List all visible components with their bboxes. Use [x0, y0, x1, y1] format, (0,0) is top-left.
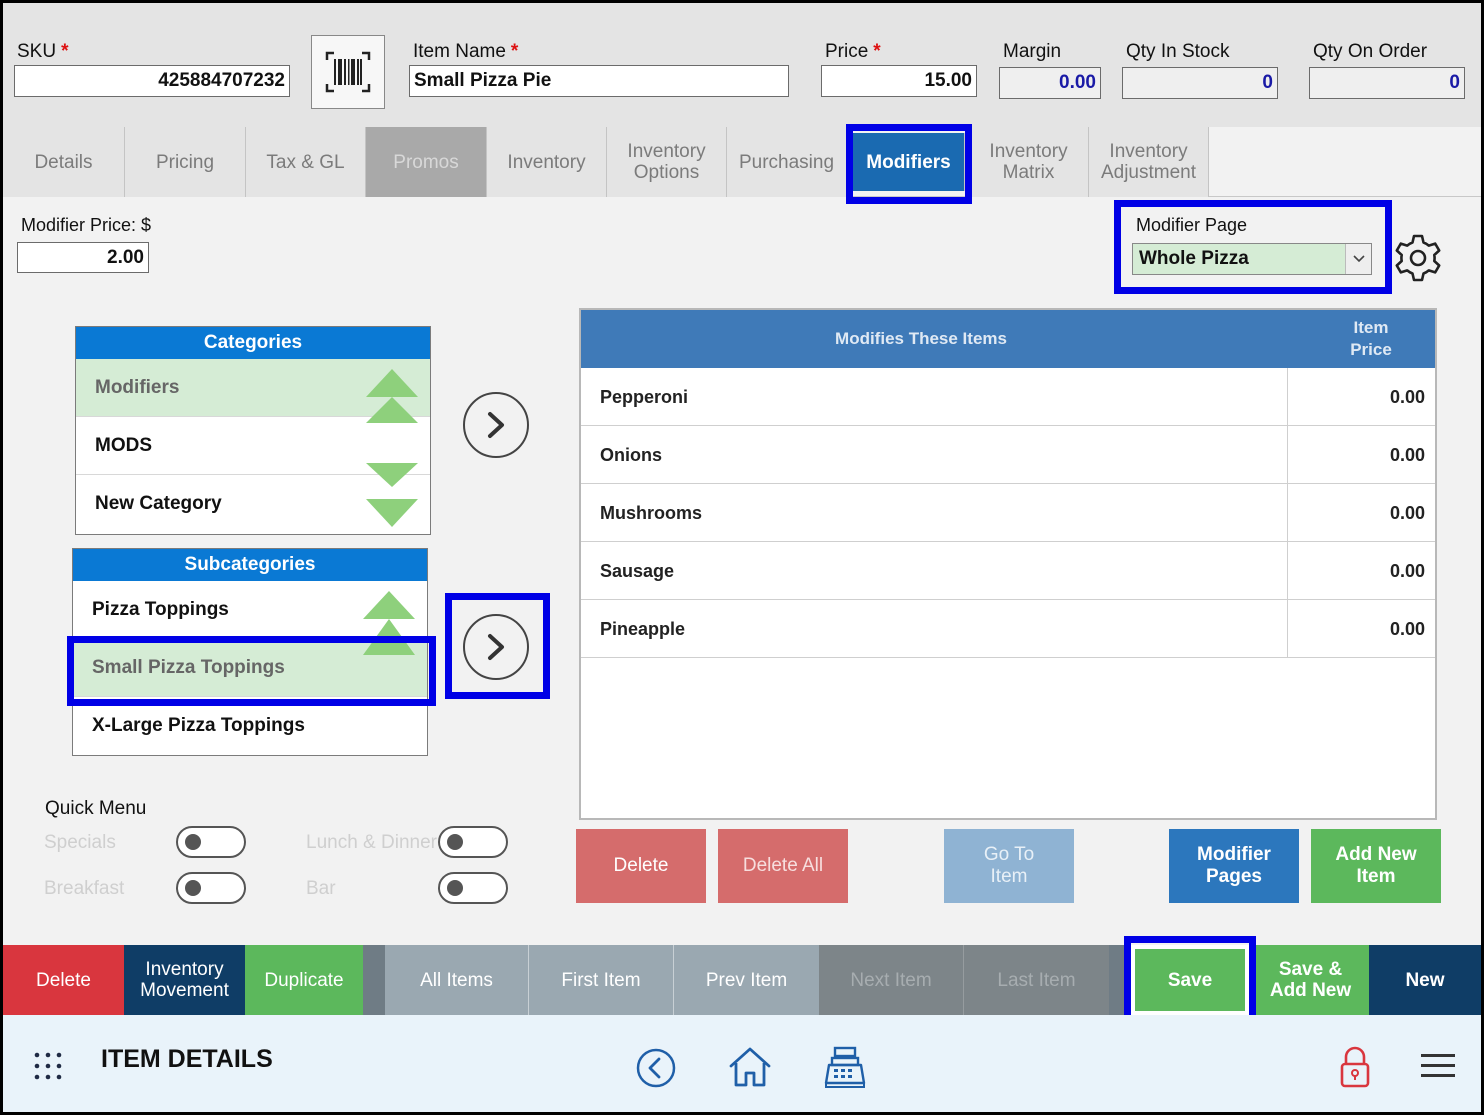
sku-field[interactable]: 425884707232 [14, 65, 290, 97]
tab-inventory[interactable]: Inventory [487, 127, 607, 197]
scroll-down-icon[interactable] [366, 499, 418, 527]
qty-in-stock-label: Qty In Stock [1126, 41, 1230, 62]
new-item-button[interactable]: New [1369, 945, 1481, 1015]
save-button[interactable]: Save [1135, 949, 1245, 1011]
qty-on-order-label: Qty On Order [1313, 41, 1428, 62]
prev-item-button[interactable]: Prev Item [674, 945, 819, 1015]
subcategories-panel: Subcategories Pizza Toppings Small Pizza… [72, 548, 428, 756]
item-header: SKU * 425884707232 Item Name * Small Pizza… [3, 3, 1481, 127]
price-field[interactable]: 15.00 [821, 65, 977, 97]
scroll-up-icon[interactable] [366, 369, 418, 397]
categories-panel: Categories Modifiers MODS New Category [75, 326, 431, 535]
category-scroll-arrows [366, 369, 418, 527]
modifier-page-select[interactable]: Whole Pizza [1132, 243, 1372, 275]
action-bar: Delete Inventory Movement Duplicate All … [3, 945, 1481, 1015]
margin-field: 0.00 [999, 67, 1101, 99]
tab-pricing[interactable]: Pricing [125, 127, 246, 197]
margin-label: Margin [1003, 41, 1062, 62]
tab-promos[interactable]: Promos [366, 127, 487, 197]
next-item-button[interactable]: Next Item [819, 945, 964, 1015]
save-add-new-button[interactable]: Save & Add New [1252, 945, 1369, 1015]
qty-on-order-field: 0 [1309, 67, 1465, 99]
item-name-label: Item Name * [413, 41, 519, 62]
delete-all-button[interactable]: Delete All [718, 829, 848, 903]
quick-menu-label-breakfast: Breakfast [44, 878, 125, 899]
bar-toggle[interactable] [438, 872, 508, 904]
modifies-items-table: Modifies These Items Item Price Pepperon… [579, 308, 1437, 820]
subcategories-header: Subcategories [73, 549, 427, 581]
app-window: SKU * 425884707232 Item Name * Small Pizza… [0, 0, 1484, 1115]
table-row[interactable]: Onions 0.00 [581, 426, 1435, 484]
item-name-field[interactable]: Small Pizza Pie [409, 65, 789, 97]
page-title: ITEM DETAILS [101, 1045, 273, 1073]
breakfast-toggle[interactable] [176, 872, 246, 904]
categories-header: Categories [76, 327, 430, 359]
scroll-up-icon[interactable] [363, 591, 415, 619]
bar-separator [1109, 945, 1131, 1015]
tab-bar: Details Pricing Tax & GL Promos Inventor… [3, 127, 1481, 197]
scroll-top-icon[interactable] [363, 619, 415, 655]
tab-purchasing[interactable]: Purchasing [727, 127, 847, 197]
table-row[interactable]: Pineapple 0.00 [581, 600, 1435, 658]
table-row[interactable]: Sausage 0.00 [581, 542, 1435, 600]
table-row[interactable]: Pepperoni 0.00 [581, 368, 1435, 426]
modifier-price-label: Modifier Price: $ [21, 215, 152, 235]
chevron-down-icon [1345, 244, 1371, 274]
scroll-bottom-icon[interactable] [366, 463, 418, 487]
tab-inventory-options[interactable]: Inventory Options [607, 127, 727, 197]
scroll-top-icon[interactable] [366, 397, 418, 423]
all-items-button[interactable]: All Items [385, 945, 529, 1015]
gear-icon[interactable] [1393, 233, 1443, 283]
tab-inventory-adjustment[interactable]: Inventory Adjustment [1089, 127, 1209, 197]
modifier-price-field[interactable]: 2.00 [17, 242, 149, 273]
lock-icon[interactable] [1339, 1045, 1371, 1094]
sku-label: SKU * [17, 41, 69, 62]
inventory-movement-button[interactable]: Inventory Movement [124, 945, 245, 1015]
apps-grid-icon[interactable] [33, 1051, 63, 1086]
barcode-scan-button[interactable] [311, 35, 385, 109]
last-item-button[interactable]: Last Item [964, 945, 1109, 1015]
quick-menu-label-lunch-dinner: Lunch & Dinner [306, 832, 437, 853]
duplicate-button[interactable]: Duplicate [245, 945, 363, 1015]
go-to-item-button[interactable]: Go To Item [944, 829, 1074, 903]
bar-separator [363, 945, 385, 1015]
lunch-dinner-toggle[interactable] [438, 826, 508, 858]
tab-details[interactable]: Details [3, 127, 125, 197]
chevron-right-icon [488, 634, 504, 660]
table-row[interactable]: Mushrooms 0.00 [581, 484, 1435, 542]
price-label: Price * [825, 41, 881, 62]
quick-menu-label-bar: Bar [306, 878, 336, 899]
modifier-page-value: Whole Pizza [1139, 248, 1249, 269]
col-header-item: Modifies These Items [835, 329, 1007, 348]
subcategory-item-x-large-pizza-toppings[interactable]: X-Large Pizza Toppings [73, 697, 427, 755]
tab-inventory-matrix[interactable]: Inventory Matrix [969, 127, 1089, 197]
hamburger-menu-icon[interactable] [1421, 1053, 1455, 1084]
quick-menu-label-specials: Specials [44, 832, 116, 853]
back-icon[interactable] [635, 1047, 677, 1094]
tab-modifiers[interactable]: Modifiers [853, 133, 965, 191]
cash-register-icon[interactable] [823, 1045, 867, 1094]
add-new-item-button[interactable]: Add New Item [1311, 829, 1441, 903]
delete-item-button[interactable]: Delete [3, 945, 124, 1015]
chevron-right-icon [488, 412, 504, 438]
footer-bar: ITEM DETAILS [3, 1015, 1481, 1112]
table-header: Modifies These Items Item Price [581, 310, 1435, 368]
add-subcategory-button[interactable] [463, 614, 529, 680]
tab-tax-gl[interactable]: Tax & GL [246, 127, 366, 197]
col-header-price: Item Price [1350, 318, 1392, 359]
subcategory-scroll-arrows [363, 591, 415, 655]
modifier-pages-button[interactable]: Modifier Pages [1169, 829, 1299, 903]
add-category-button[interactable] [463, 392, 529, 458]
first-item-button[interactable]: First Item [529, 945, 674, 1015]
qty-in-stock-field: 0 [1122, 67, 1278, 99]
specials-toggle[interactable] [176, 826, 246, 858]
quick-menu-title: Quick Menu [45, 798, 147, 819]
barcode-icon [325, 51, 371, 93]
delete-modifier-button[interactable]: Delete [576, 829, 706, 903]
modifier-page-label: Modifier Page [1136, 215, 1248, 235]
home-icon[interactable] [727, 1045, 773, 1094]
